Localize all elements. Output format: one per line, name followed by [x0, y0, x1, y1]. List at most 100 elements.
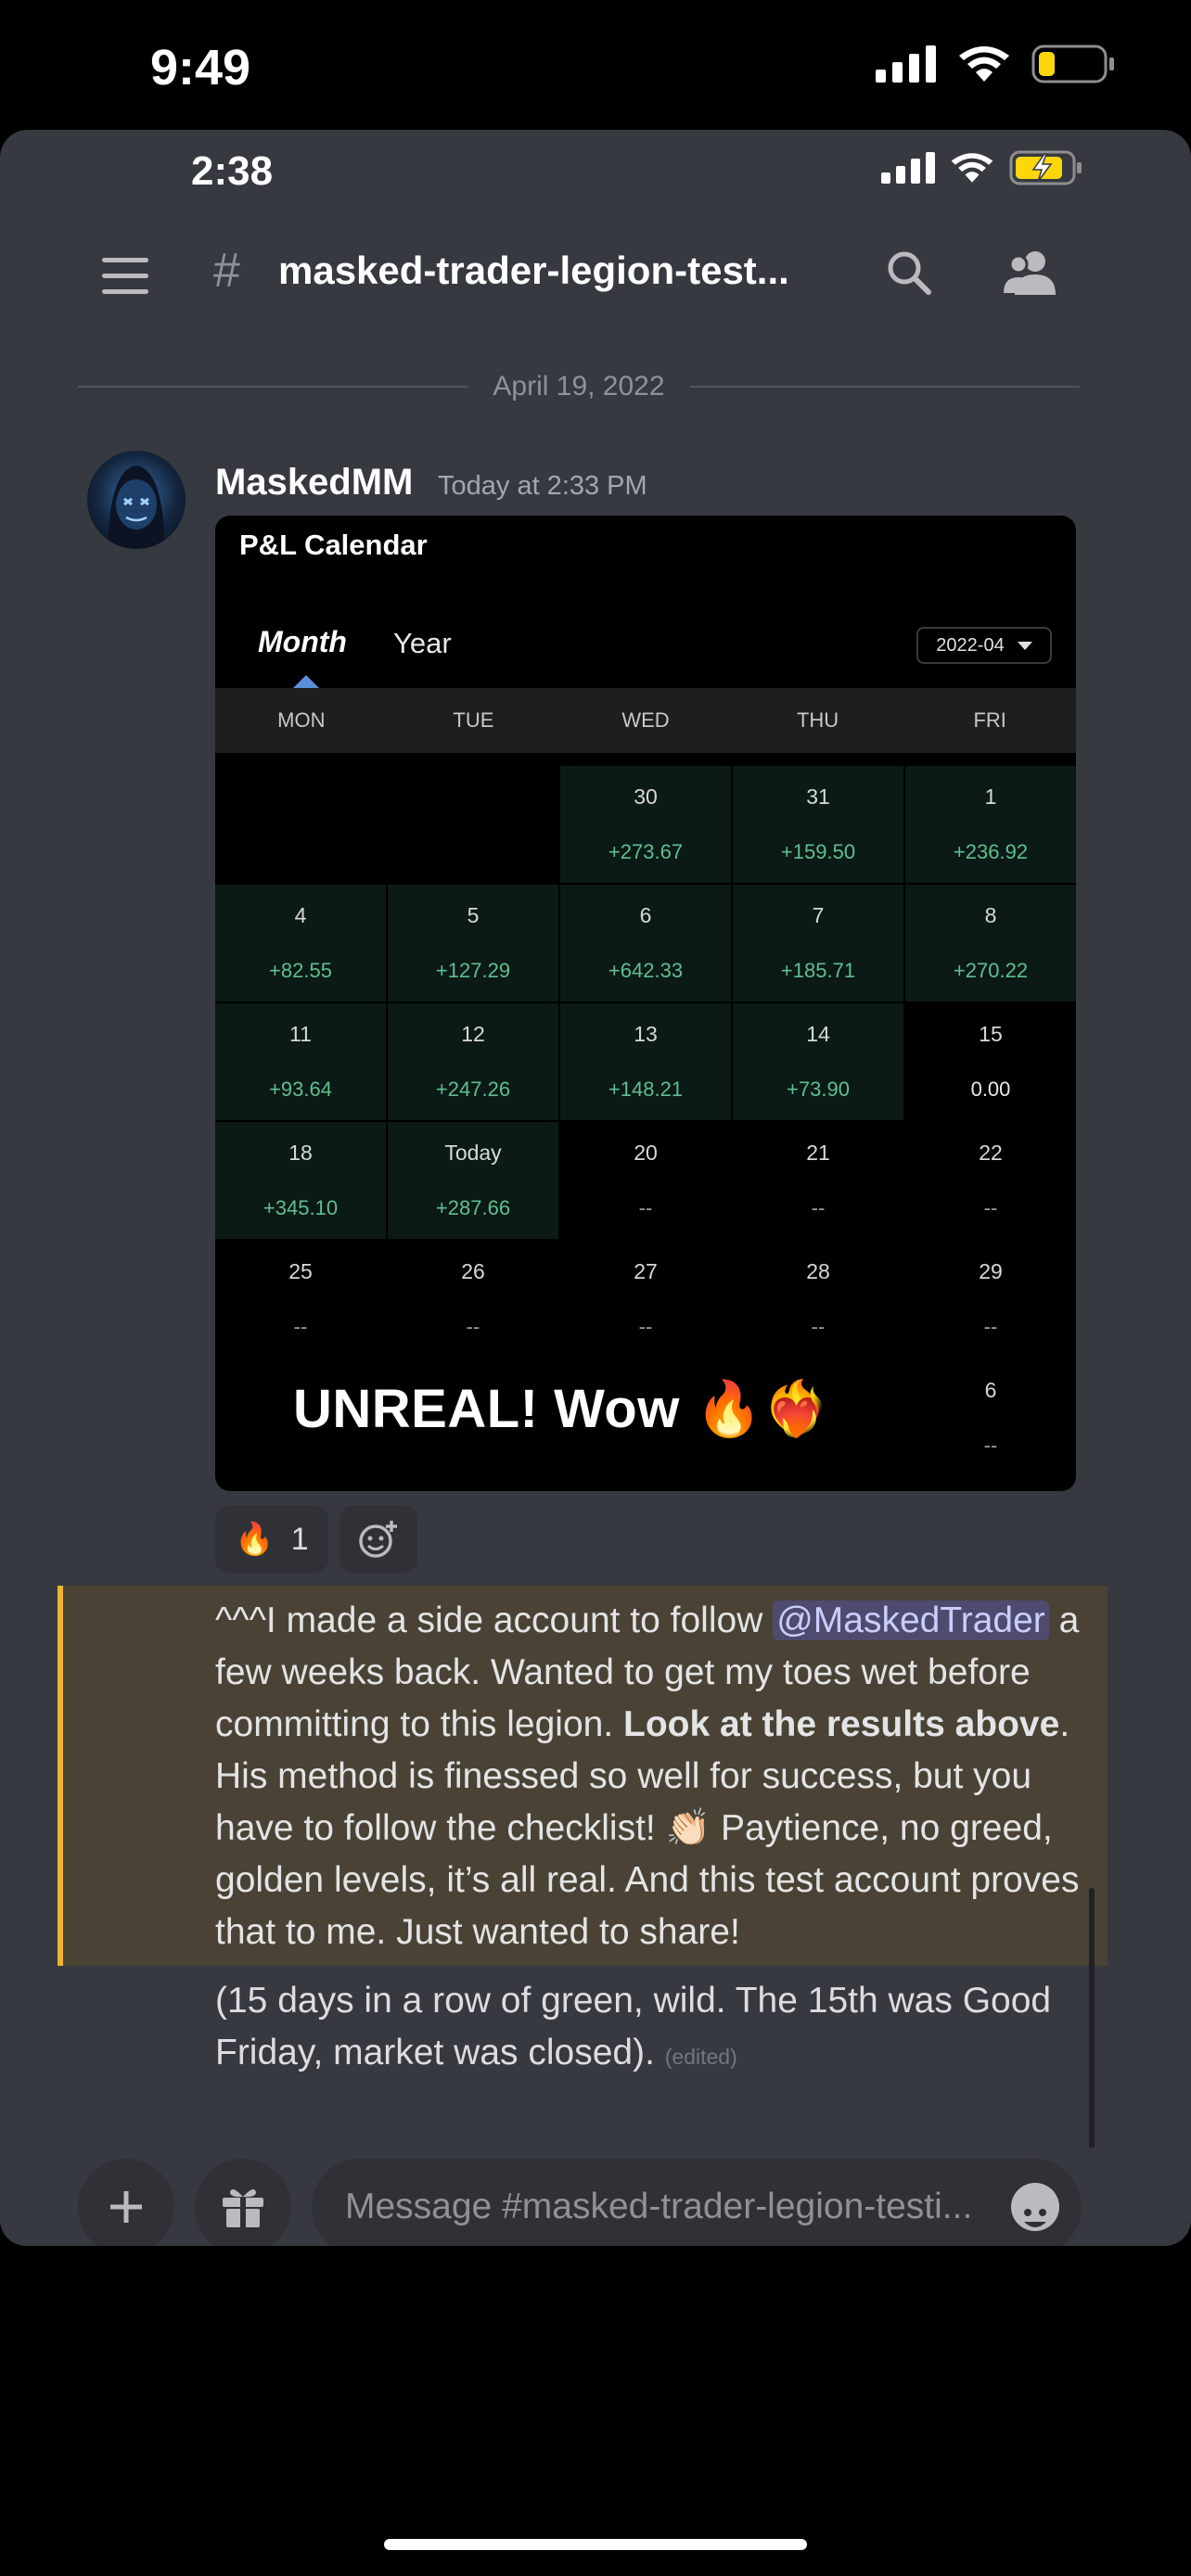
weekday-label: FRI [973, 708, 1006, 732]
calendar-cell: 27 -- [560, 1241, 731, 1358]
masked-avatar-icon [108, 465, 165, 549]
pl-calendar-title: P&L Calendar [239, 529, 428, 561]
battery-charging-icon [1009, 150, 1082, 185]
calendar-day: 4 [294, 903, 307, 927]
channel-name[interactable]: masked-trader-legion-test... [278, 249, 789, 293]
tab-month: Month [258, 625, 347, 658]
calendar-day: 25 [288, 1259, 313, 1283]
message-author[interactable]: MaskedMM [215, 462, 413, 504]
plus-icon [110, 2191, 142, 2223]
calendar-pnl-value: 0.00 [970, 1078, 1011, 1101]
weekday-header: MON TUE WED THU FRI [215, 688, 1076, 753]
date-divider: April 19, 2022 [78, 367, 1080, 404]
calendar-pnl-value: +345.10 [263, 1196, 339, 1219]
reaction-fire[interactable]: 🔥 1 [215, 1506, 328, 1573]
weekday-label: TUE [453, 708, 494, 732]
gift-button[interactable] [195, 2159, 291, 2246]
calendar-cell-empty [388, 766, 558, 883]
calendar-pnl-value: +159.50 [780, 840, 856, 863]
calendar-cell: 14 +73.90 [733, 1003, 903, 1120]
weekday-label: MON [277, 708, 326, 732]
message-body: ^^^I made a side account to follow @Mask… [215, 1595, 1087, 1958]
calendar-pnl-value: -- [638, 1315, 653, 1338]
members-icon[interactable] [1002, 249, 1057, 297]
home-indicator[interactable] [384, 2539, 807, 2550]
calendar-day: 29 [979, 1259, 1003, 1283]
calendar-day: 28 [806, 1259, 830, 1283]
calendar-pnl-value: +148.21 [608, 1078, 684, 1101]
calendar-cell: 11 +93.64 [215, 1003, 386, 1120]
reaction-count: 1 [290, 1521, 309, 1557]
calendar-cell: 13 +148.21 [560, 1003, 731, 1120]
calendar-day: 11 [289, 1022, 312, 1046]
calendar-pnl-value: +287.66 [435, 1196, 511, 1219]
calendar-pnl-value: -- [811, 1196, 826, 1219]
calendar-pnl-value: +273.67 [608, 840, 684, 863]
calendar-cell: 6 +642.33 [560, 885, 731, 1001]
date-divider-text: April 19, 2022 [493, 371, 665, 402]
calendar-pnl-value: +247.26 [435, 1078, 511, 1101]
attach-button[interactable] [78, 2159, 174, 2246]
message-bold-text: Look at the results above [623, 1704, 1060, 1744]
calendar-pnl-value: +93.64 [269, 1078, 332, 1101]
calendar-day: 13 [634, 1022, 658, 1046]
active-tab-indicator [293, 675, 319, 688]
calendar-cell: 30 +273.67 [560, 766, 731, 883]
message-input-placeholder: Message #masked-trader-legion-testi... [345, 2187, 973, 2226]
weekday-label: WED [621, 708, 670, 732]
calendar-pnl-value: -- [811, 1315, 826, 1338]
calendar-cell: 1 +236.92 [905, 766, 1076, 883]
calendar-day: 15 [979, 1022, 1003, 1046]
avatar[interactable] [87, 451, 186, 549]
search-icon[interactable] [885, 249, 933, 297]
calendar-cell: 31 +159.50 [733, 766, 903, 883]
message-list[interactable]: April 19, 2022 MaskedMM Today at 2:33 PM… [58, 330, 1108, 2246]
calendar-pnl-value: -- [293, 1315, 308, 1338]
outer-status-time: 9:49 [150, 40, 251, 96]
calendar-cell: 18 +345.10 [215, 1122, 386, 1239]
add-reaction-button[interactable] [339, 1506, 417, 1573]
calendar-pnl-value: +642.33 [608, 959, 684, 982]
weekday-label: THU [796, 708, 839, 732]
calendar-cell: 12 +247.26 [388, 1003, 558, 1120]
calendar-day: 1 [984, 784, 997, 809]
calendar-cell: 29 -- [905, 1241, 1076, 1358]
calendar-cell: 28 -- [733, 1241, 903, 1358]
calendar-day: 12 [461, 1022, 485, 1046]
pl-calendar-image[interactable]: P&L Calendar Month Year 2022-04 MON TUE … [215, 516, 1076, 1491]
calendar-pnl-value: -- [983, 1315, 998, 1338]
calendar-day: 27 [634, 1259, 658, 1283]
period-select-value: 2022-04 [936, 634, 1005, 656]
message-text: ^^^I made a side account to follow [215, 1600, 774, 1640]
calendar-day: 31 [806, 784, 830, 809]
calendar-cell: 20 -- [560, 1122, 731, 1239]
message-input[interactable]: Message #masked-trader-legion-testi... [312, 2159, 1082, 2246]
calendar-cell: 4 +82.55 [215, 885, 386, 1001]
calendar-cell: Today +287.66 [388, 1122, 558, 1239]
outer-status-icons [876, 45, 1115, 83]
gift-icon [223, 2188, 263, 2227]
overlay-caption: UNREAL! Wow 🔥❤️‍🔥 [293, 1379, 830, 1439]
calendar-day: 26 [461, 1259, 485, 1283]
hamburger-menu-icon[interactable] [102, 258, 148, 305]
user-mention[interactable]: @MaskedTrader [773, 1600, 1049, 1640]
calendar-cell: 15 0.00 [905, 1003, 1076, 1120]
calendar-day: 14 [806, 1022, 830, 1046]
calendar-day: 8 [984, 903, 997, 927]
calendar-day: 5 [467, 903, 480, 927]
period-select: 2022-04 [916, 627, 1052, 664]
inner-screenshot: 2:38 # masked-trader-legion-test... Apri… [0, 130, 1191, 2246]
calendar-pnl-value: -- [983, 1434, 998, 1457]
calendar-pnl-value: +82.55 [269, 959, 332, 982]
calendar-cell: 26 -- [388, 1241, 558, 1358]
message-composer: Message #masked-trader-legion-testi... [58, 2148, 1102, 2246]
wifi-icon [951, 153, 993, 183]
emoji-picker-icon[interactable] [1011, 2183, 1059, 2231]
calendar-cell: 8 +270.22 [905, 885, 1076, 1001]
calendar-day: 20 [634, 1141, 658, 1165]
edited-label: (edited) [664, 2045, 737, 2069]
calendar-pnl-value: -- [638, 1196, 653, 1219]
chevron-down-icon [1017, 641, 1032, 650]
calendar-day: 30 [634, 784, 658, 809]
calendar-day: 22 [979, 1141, 1003, 1165]
